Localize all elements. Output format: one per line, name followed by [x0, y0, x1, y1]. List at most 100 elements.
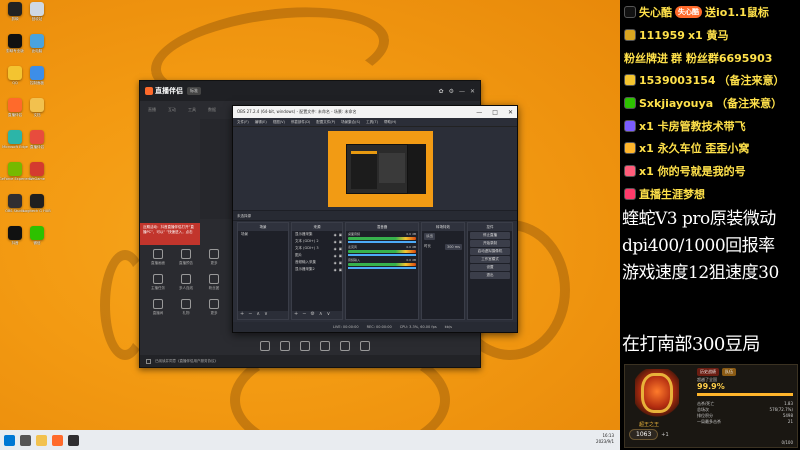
- remove-icon[interactable]: −: [248, 311, 252, 319]
- control-button[interactable]: 退出: [470, 272, 510, 279]
- source-item[interactable]: 显示器采集 ◉ ▣: [292, 231, 342, 238]
- transition-select[interactable]: 淡出: [424, 233, 435, 240]
- obs-menu-item[interactable]: 帮助(H): [384, 120, 396, 124]
- audio-meter: [348, 263, 416, 266]
- windows-start-icon[interactable]: [4, 434, 15, 446]
- share-icon[interactable]: [340, 341, 350, 351]
- search-icon[interactable]: [20, 434, 31, 446]
- up-icon[interactable]: ∧: [256, 311, 260, 319]
- obs-menu-item[interactable]: 编辑(E): [255, 120, 267, 124]
- desktop-icon[interactable]: 微信: [22, 226, 52, 245]
- control-button[interactable]: 启动虚拟摄像机: [470, 248, 510, 255]
- tool-button[interactable]: 直播间: [144, 299, 172, 316]
- add-icon[interactable]: +: [294, 311, 298, 319]
- visibility-icon[interactable]: ◉: [334, 254, 337, 258]
- audio-icon[interactable]: [320, 341, 330, 351]
- tool-button[interactable]: 直播画面: [144, 249, 172, 266]
- tool-button[interactable]: 礼物: [172, 299, 200, 316]
- down-icon[interactable]: ∨: [264, 311, 268, 319]
- lock-icon[interactable]: ▣: [339, 233, 342, 237]
- obs-menu-item[interactable]: 视图(V): [273, 120, 285, 124]
- gift-icon[interactable]: ✿: [439, 88, 444, 95]
- close-icon[interactable]: ✕: [508, 109, 513, 116]
- tool-button[interactable]: 主播任务: [144, 274, 172, 291]
- app-titlebar[interactable]: 直播伴侣 标准 ✿ ⚙ — ✕: [140, 81, 480, 101]
- source-item[interactable]: 显示器采集2 ◉ ▣: [292, 266, 342, 273]
- lock-icon[interactable]: ▣: [339, 254, 342, 258]
- add-icon[interactable]: +: [240, 311, 244, 319]
- lock-icon[interactable]: ▣: [339, 268, 342, 272]
- desktop-icon[interactable]: 控制面板: [22, 66, 52, 85]
- taskbar-clock[interactable]: 16:13 2023/9/1: [596, 433, 614, 445]
- obs-menu-item[interactable]: 文件(F): [237, 120, 249, 124]
- obs-menu-item[interactable]: 工具(T): [366, 120, 378, 124]
- app-badge[interactable]: 标准: [187, 87, 201, 95]
- live-app-icon[interactable]: [52, 434, 63, 446]
- source-item[interactable]: 音频输入采集 ◉ ▣: [292, 259, 342, 266]
- scene-item[interactable]: 场景: [238, 231, 288, 238]
- app-tab[interactable]: 工具: [188, 107, 196, 113]
- source-item[interactable]: 图片 ◉ ▣: [292, 252, 342, 259]
- obs-preview[interactable]: [328, 131, 433, 207]
- visibility-icon[interactable]: ◉: [334, 268, 337, 272]
- control-button[interactable]: 设置: [470, 264, 510, 271]
- close-icon[interactable]: ✕: [470, 88, 475, 95]
- lock-icon[interactable]: ▣: [339, 247, 342, 251]
- volume-slider[interactable]: [348, 267, 416, 269]
- game-tab-button[interactable]: 历史战绩: [697, 368, 719, 376]
- scenes-dock: 场景 场景 + − ∧ ∨: [237, 222, 289, 320]
- app-tab[interactable]: 互动: [168, 107, 176, 113]
- tool-button[interactable]: 多人连线: [172, 274, 200, 291]
- app-tab[interactable]: 数据: [208, 107, 216, 113]
- volume-slider[interactable]: [348, 254, 416, 256]
- duration-input[interactable]: 300 ms: [444, 244, 462, 250]
- obs-titlebar[interactable]: OBS 27.2.4 (64-bit, windows) - 配置文件: 未命名…: [233, 106, 517, 118]
- minimize-icon[interactable]: —: [459, 88, 465, 95]
- desktop-icon[interactable]: 回收站: [22, 2, 52, 21]
- visibility-icon[interactable]: ◉: [334, 233, 337, 237]
- visibility-icon[interactable]: ◉: [334, 240, 337, 244]
- desktop-icon[interactable]: 直播伴侣: [22, 130, 52, 149]
- ghub-icon: [30, 194, 44, 208]
- volume-slider[interactable]: [348, 241, 416, 243]
- obs-window[interactable]: OBS 27.2.4 (64-bit, windows) - 配置文件: 未命名…: [232, 105, 518, 333]
- sticker-icon[interactable]: [280, 341, 290, 351]
- app-tab[interactable]: 直播: [148, 107, 156, 113]
- beauty-icon[interactable]: [260, 341, 270, 351]
- screen-icon[interactable]: [360, 341, 370, 351]
- promo-banner[interactable]: 近期活动：抖音直播伴侣打开“直播PC”，可以“ ”快速进入，点击: [140, 223, 200, 245]
- control-button[interactable]: 工作室模式: [470, 256, 510, 263]
- visibility-icon[interactable]: ◉: [334, 247, 337, 251]
- desktop-icon[interactable]: WeGame: [22, 162, 52, 181]
- control-button[interactable]: 开始录制: [470, 240, 510, 247]
- lock-icon[interactable]: ▣: [339, 240, 342, 244]
- camera-icon[interactable]: [300, 341, 310, 351]
- gear-icon[interactable]: ⚙: [310, 311, 314, 319]
- obs-menu-item[interactable]: 场景集合(S): [341, 120, 360, 124]
- settings-icon[interactable]: ⚙: [449, 88, 454, 95]
- obs-menu-item[interactable]: 停靠部件(D): [291, 120, 310, 124]
- desktop-icon[interactable]: Logitech G HUB: [22, 194, 52, 213]
- source-item[interactable]: 文本 (GDI+) 2 ◉ ▣: [292, 238, 342, 245]
- up-icon[interactable]: ∧: [319, 311, 323, 319]
- tool-button[interactable]: 更多: [200, 249, 228, 266]
- file-explorer-icon[interactable]: [36, 434, 47, 446]
- desktop-icon[interactable]: 文档: [22, 98, 52, 117]
- agreement-text[interactable]: 已阅读并同意《直播伴侣用户服务协议》: [155, 359, 218, 364]
- remove-icon[interactable]: −: [302, 311, 306, 319]
- obs-menu-item[interactable]: 配置文件(P): [316, 120, 335, 124]
- tool-button[interactable]: 更多: [200, 299, 228, 316]
- maximize-icon[interactable]: □: [492, 109, 498, 116]
- game-tab-button[interactable]: 队伍: [722, 368, 736, 376]
- visibility-icon[interactable]: ◉: [334, 261, 337, 265]
- down-icon[interactable]: ∨: [327, 311, 331, 319]
- agree-checkbox[interactable]: [146, 358, 151, 364]
- minimize-icon[interactable]: —: [476, 109, 482, 116]
- obs-app-icon[interactable]: [68, 434, 79, 446]
- tool-button[interactable]: 直播预告: [172, 249, 200, 266]
- tool-button[interactable]: 粉丝团: [200, 274, 228, 291]
- desktop-icon[interactable]: 此电脑: [22, 34, 52, 53]
- lock-icon[interactable]: ▣: [339, 261, 342, 265]
- control-button[interactable]: 停止直播: [470, 232, 510, 239]
- source-item[interactable]: 文本 (GDI+) 3 ◉ ▣: [292, 245, 342, 252]
